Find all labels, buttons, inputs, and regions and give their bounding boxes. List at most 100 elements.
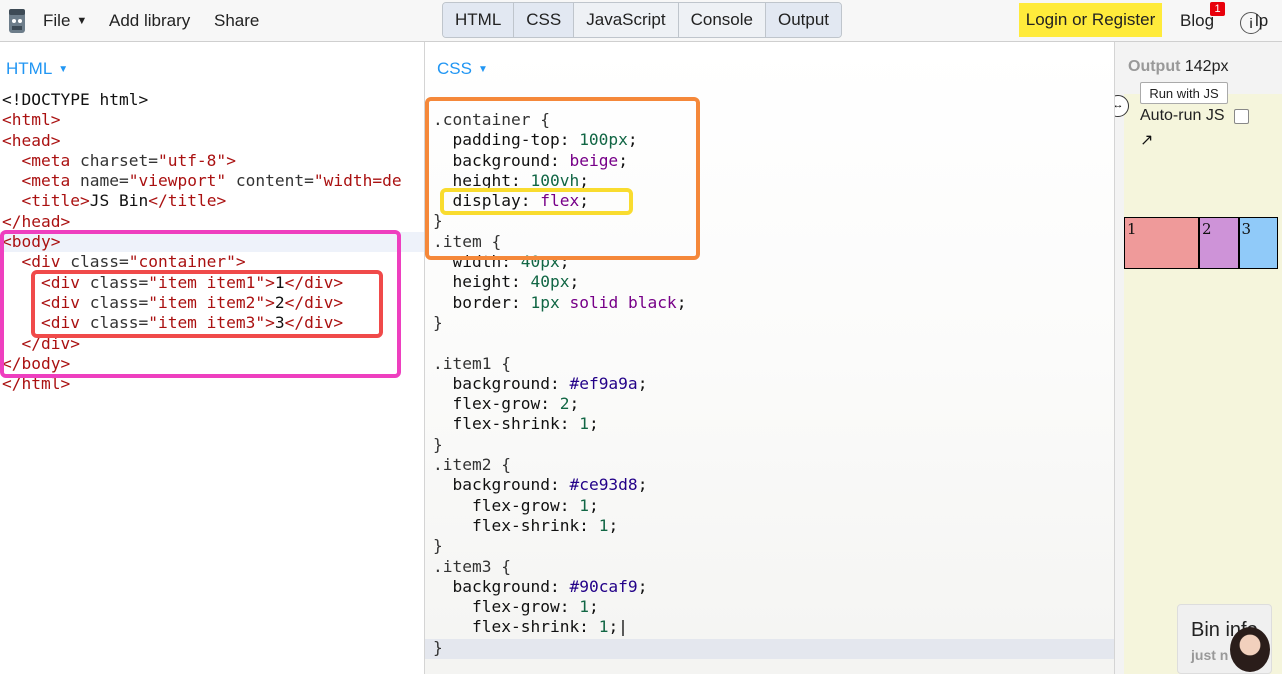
code-token: ; [569, 272, 580, 292]
code-token: 3 [274, 313, 285, 333]
code-token: ; [588, 597, 599, 617]
css-code-line: width: 40px; [433, 252, 686, 272]
css-code-line: .container { [433, 110, 686, 130]
code-token: black [627, 292, 677, 312]
html-code-line: <div class="item item1">1</div> [2, 273, 402, 293]
code-token: background: [433, 150, 570, 170]
code-token: class= [79, 292, 149, 312]
html-code-line: <body> [2, 232, 402, 252]
html-panel-label: HTML [6, 59, 53, 78]
code-token: > [265, 313, 275, 333]
code-token: > [226, 150, 236, 170]
help-link[interactable]: lp [1255, 11, 1268, 31]
run-with-js-button[interactable]: Run with JS [1140, 82, 1228, 104]
css-code-line: padding-top: 100px; [433, 130, 686, 150]
code-token: 2 [559, 394, 570, 414]
code-token: } [433, 637, 443, 657]
code-token: </body> [2, 353, 71, 373]
code-token: charset= [70, 150, 158, 170]
code-token: ; [569, 394, 580, 414]
code-token: <body> [2, 232, 61, 252]
code-token: } [433, 211, 443, 231]
code-token: 40px [520, 252, 560, 272]
file-menu[interactable]: File ▼ [43, 11, 87, 31]
code-token: <!DOCTYPE html> [2, 90, 149, 109]
add-library-menu[interactable]: Add library [109, 11, 190, 31]
html-code-line: <title>JS Bin</title> [2, 191, 402, 211]
code-token: height: [433, 170, 531, 190]
output-container [1124, 94, 1282, 674]
code-token: 100px [579, 130, 628, 150]
flex-item-3: 3 [1238, 217, 1278, 269]
chevron-down-icon: ▼ [477, 64, 488, 75]
html-code-line: <meta name="viewport" content="width=de [2, 171, 402, 191]
css-editor[interactable]: .container { padding-top: 100px; backgro… [433, 110, 686, 658]
code-token: </head> [2, 211, 71, 231]
code-token: "item item2" [148, 292, 266, 312]
css-code-line: border: 1px solid black; [433, 293, 686, 313]
code-token: flex-shrink: [433, 515, 599, 535]
html-code-line: </head> [2, 212, 402, 232]
css-code-line: background: #ef9a9a; [433, 374, 686, 394]
pop-out-arrow-icon[interactable]: ↗ [1140, 130, 1153, 150]
share-menu[interactable]: Share [214, 11, 259, 31]
code-token: .container { [433, 110, 550, 129]
code-token: "utf-8" [157, 150, 227, 170]
code-token: 1 [274, 272, 285, 292]
css-code-line: flex-shrink: 1;| [433, 617, 686, 637]
css-panel-menu[interactable]: CSS ▼ [437, 59, 488, 79]
code-token: display: [433, 191, 541, 211]
jsbin-logo-icon[interactable] [6, 6, 28, 36]
code-token: ; [559, 252, 570, 272]
tab-javascript[interactable]: JavaScript [574, 3, 679, 37]
code-token: 1 [598, 617, 609, 637]
code-token: ; [588, 495, 599, 515]
auto-run-checkbox[interactable] [1234, 109, 1249, 124]
code-token: 1px [530, 292, 560, 312]
css-code-line: height: 40px; [433, 272, 686, 292]
code-token: <meta [21, 150, 71, 170]
css-code-line: } [433, 211, 686, 231]
html-code-line: <html> [2, 110, 402, 130]
code-token: ;| [608, 617, 628, 637]
code-token: > [265, 272, 275, 292]
html-code-line: <div class="container"> [2, 252, 402, 272]
code-token: 1 [579, 597, 589, 617]
code-token: </div> [284, 272, 344, 292]
code-token: flex-grow: [433, 597, 580, 617]
blog-link[interactable]: Blog [1180, 11, 1214, 31]
code-token: #ef9a9a [569, 373, 638, 393]
code-token: </div> [21, 333, 80, 353]
tab-console[interactable]: Console [679, 3, 766, 37]
html-code-line: <!DOCTYPE html> [2, 90, 402, 110]
code-token: class= [60, 252, 129, 272]
css-code-line [433, 333, 686, 353]
code-token: class= [79, 313, 149, 333]
css-code-line: flex-shrink: 1; [433, 414, 686, 434]
code-token: </div> [284, 313, 344, 333]
code-token: 1 [579, 495, 589, 515]
html-code-line: </html> [2, 374, 402, 394]
html-code-line: <div class="item item3">3</div> [2, 313, 402, 333]
html-code-line: </div> [2, 334, 402, 354]
css-code-line: display: flex; [433, 191, 686, 211]
code-token: <div [40, 292, 80, 312]
blog-notification-badge: 1 [1210, 2, 1225, 16]
code-token: } [433, 434, 443, 454]
code-token: .item { [433, 231, 502, 251]
code-token: flex-grow: [433, 394, 560, 414]
tab-output[interactable]: Output [766, 3, 842, 37]
css-code-line: background: #90caf9; [433, 577, 686, 597]
html-editor[interactable]: <!DOCTYPE html> <html> <head> <meta charse… [2, 90, 402, 394]
login-register-button[interactable]: Login or Register [1019, 3, 1162, 37]
output-label: Output [1128, 58, 1181, 75]
code-token: flex-shrink: [433, 617, 599, 637]
code-token: flex-shrink: [433, 414, 580, 434]
html-panel-menu[interactable]: HTML ▼ [6, 59, 68, 79]
tab-css[interactable]: CSS [514, 3, 575, 37]
code-token: 40px [530, 272, 570, 292]
tab-html[interactable]: HTML [443, 3, 515, 37]
